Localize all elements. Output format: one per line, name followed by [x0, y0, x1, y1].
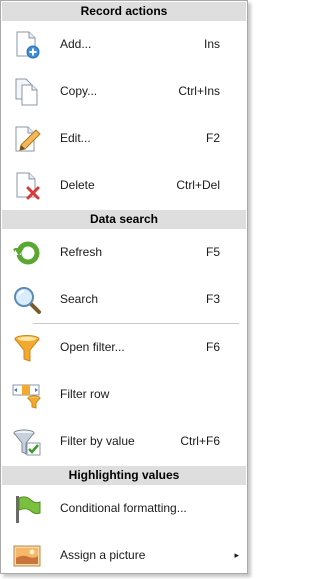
menu-item-filter-by-value-label: Filter by value: [60, 434, 135, 448]
menu-item-copy[interactable]: Copy... Ctrl+Ins: [1, 68, 247, 115]
menu-item-edit-label: Edit...: [60, 131, 91, 145]
menu-item-filter-row[interactable]: Filter row: [1, 371, 247, 418]
menu-item-filter-row-label: Filter row: [60, 387, 110, 401]
menu-item-refresh[interactable]: Refresh F5: [1, 229, 247, 276]
menu-item-edit[interactable]: Edit... F2: [1, 115, 247, 162]
menu-item-delete[interactable]: Delete Ctrl+Del: [1, 162, 247, 209]
delete-document-icon: [11, 170, 43, 202]
menu-item-assign-picture[interactable]: Assign a picture ▸: [1, 532, 247, 579]
menu-item-search-label: Search: [60, 292, 99, 306]
menu-item-copy-label: Copy...: [60, 84, 98, 98]
add-document-icon: [11, 29, 43, 61]
menu-item-filter-by-value[interactable]: Filter by value Ctrl+F6: [1, 418, 247, 465]
section-header-record-actions: Record actions: [2, 2, 246, 21]
section-header-data-search: Data search: [2, 210, 246, 229]
menu-item-delete-shortcut: Ctrl+Del: [176, 178, 220, 192]
magnifier-icon: [11, 284, 43, 316]
menu-item-edit-shortcut: F2: [205, 131, 220, 145]
menu-item-delete-label: Delete: [60, 178, 95, 192]
menu-item-conditional-formatting[interactable]: Conditional formatting...: [1, 485, 247, 532]
menu-item-assign-picture-label: Assign a picture: [60, 548, 146, 562]
context-menu: Record actions Add... Ins Copy... Ctrl+I…: [0, 0, 248, 574]
submenu-arrow-icon: ▸: [234, 550, 239, 560]
green-flag-icon: [11, 493, 43, 525]
refresh-icon: [11, 237, 43, 269]
menu-item-search-shortcut: F3: [205, 292, 220, 306]
menu-item-open-filter-shortcut: F6: [205, 340, 220, 354]
menu-item-conditional-formatting-label: Conditional formatting...: [60, 501, 187, 515]
menu-item-filter-by-value-shortcut: Ctrl+F6: [180, 434, 220, 448]
menu-item-add-shortcut: Ins: [203, 37, 220, 51]
menu-item-copy-shortcut: Ctrl+Ins: [178, 84, 220, 98]
menu-item-add[interactable]: Add... Ins: [1, 21, 247, 68]
copy-document-icon: [11, 76, 43, 108]
menu-item-refresh-label: Refresh: [60, 245, 103, 259]
edit-pencil-icon: [11, 123, 43, 155]
funnel-icon: [11, 332, 43, 364]
menu-item-refresh-shortcut: F5: [205, 245, 220, 259]
menu-item-open-filter[interactable]: Open filter... F6: [1, 324, 247, 371]
menu-item-add-label: Add...: [60, 37, 92, 51]
section-header-highlighting-values: Highlighting values: [2, 466, 246, 485]
filter-by-value-icon: [11, 426, 43, 458]
menu-item-open-filter-label: Open filter...: [60, 340, 125, 354]
menu-item-search[interactable]: Search F3: [1, 276, 247, 323]
filter-row-icon: [11, 379, 43, 411]
picture-icon: [11, 540, 43, 572]
